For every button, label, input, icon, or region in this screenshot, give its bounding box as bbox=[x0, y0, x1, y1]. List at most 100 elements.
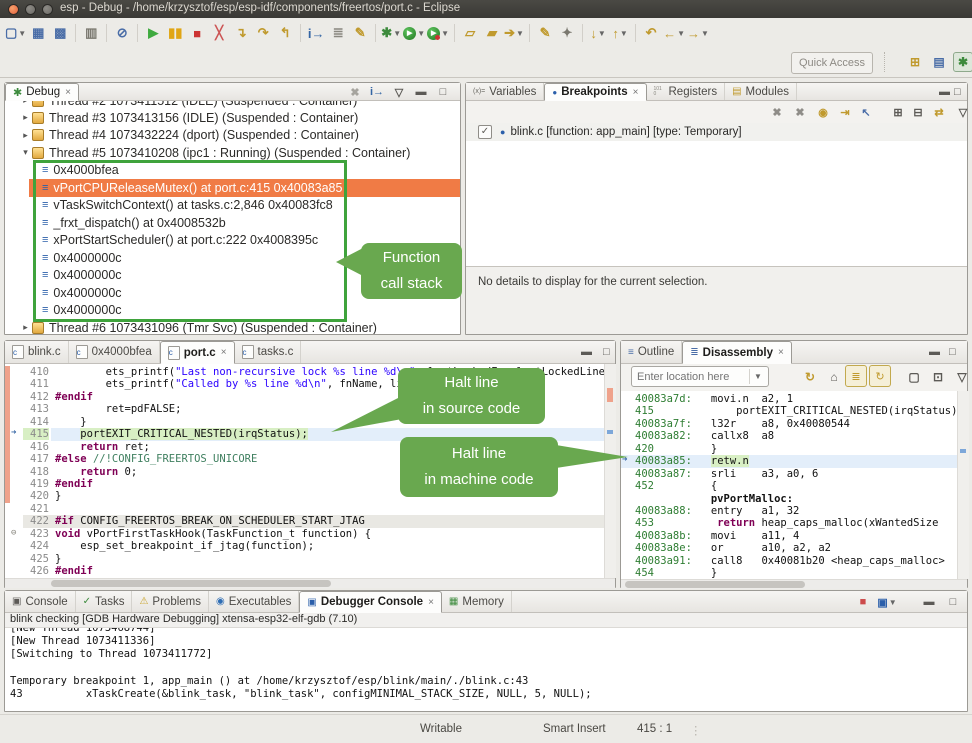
change-marker[interactable] bbox=[607, 388, 613, 402]
breakpoint-checkbox[interactable]: ✓ bbox=[478, 125, 492, 139]
refresh-button[interactable]: ↻ bbox=[800, 366, 820, 388]
tree-twisty-icon[interactable]: ▸ bbox=[19, 130, 32, 141]
open-new-view-button[interactable]: ⊡ bbox=[928, 366, 948, 388]
disassembly-line[interactable]: 40083a8e: or a10, a2, a2 bbox=[621, 542, 957, 554]
step-over-button[interactable]: ↷ bbox=[253, 22, 273, 44]
chevron-down-icon[interactable]: ▼ bbox=[18, 29, 26, 38]
close-icon[interactable]: × bbox=[633, 87, 639, 98]
disassembly-line[interactable]: 40083a82: callx8 a8 bbox=[621, 430, 957, 442]
editor-hscrollbar[interactable] bbox=[5, 578, 615, 588]
disassembly-hscrollbar[interactable] bbox=[621, 579, 967, 589]
editor-code-line[interactable]: 426#endif bbox=[5, 565, 604, 577]
window-close-button[interactable] bbox=[8, 4, 19, 15]
view-menu-button[interactable]: ▽ bbox=[953, 101, 972, 123]
window-maximize-button[interactable] bbox=[42, 4, 53, 15]
close-icon[interactable]: × bbox=[221, 347, 227, 358]
disassembly-line[interactable]: 454 } bbox=[621, 567, 957, 579]
chevron-down-icon[interactable]: ▼ bbox=[701, 29, 709, 38]
goto-file-button[interactable]: ⇥ bbox=[835, 101, 855, 123]
chevron-down-icon[interactable]: ▼ bbox=[677, 29, 685, 38]
step-return-button[interactable]: ↰ bbox=[275, 22, 295, 44]
close-icon[interactable]: × bbox=[65, 87, 71, 98]
tab-memory[interactable]: ▦Memory bbox=[442, 591, 512, 612]
open-element-button[interactable]: ✎ bbox=[535, 22, 555, 44]
collapse-all-button[interactable]: ⊟ bbox=[908, 101, 928, 123]
view-menu-button[interactable]: ▽ bbox=[952, 366, 972, 388]
disassembly-line[interactable]: 40083a8b: movi a11, 4 bbox=[621, 530, 957, 542]
print-button[interactable]: ▥ bbox=[81, 22, 101, 44]
disconnect-button[interactable]: ╳ bbox=[209, 22, 229, 44]
last-edit-location-button[interactable]: ↶ bbox=[641, 22, 661, 44]
external-tools-button[interactable]: ▶▼ bbox=[427, 22, 449, 44]
instruction-stepping-button[interactable]: i→ bbox=[306, 22, 326, 44]
maximize-button[interactable]: □ bbox=[603, 346, 610, 358]
minimize-button[interactable]: ▬ bbox=[939, 86, 950, 98]
chevron-down-icon[interactable]: ▼ bbox=[598, 29, 606, 38]
remove-all-breakpoints-button[interactable]: ✖ bbox=[790, 101, 810, 123]
debug-stack-frame-row[interactable]: ≡vTaskSwitchContext() at tasks.c:2,846 0… bbox=[5, 197, 460, 215]
debug-stack-frame-row[interactable]: ≡0x4000bfea bbox=[5, 162, 460, 180]
expand-all-button[interactable]: ⊞ bbox=[888, 101, 908, 123]
maximize-button[interactable]: □ bbox=[949, 346, 956, 358]
disassembly-line[interactable]: 40083a91: call8 0x40081b20 <heap_caps_ma… bbox=[621, 555, 957, 567]
terminate-button[interactable]: ■ bbox=[187, 22, 207, 44]
debug-thread-row[interactable]: ▸Thread #2 1073411512 (IDLE) (Suspended … bbox=[5, 101, 460, 109]
tab-registers[interactable]: 1010Registers bbox=[647, 83, 726, 100]
minimize-button[interactable]: ▬ bbox=[581, 346, 592, 358]
disassembly-line[interactable]: 415 portEXIT_CRITICAL_NESTED(irqStatus) bbox=[621, 405, 957, 417]
debug-button[interactable]: ✱▼ bbox=[381, 22, 401, 44]
chevron-down-icon[interactable]: ▼ bbox=[417, 29, 425, 38]
scroll-thumb[interactable] bbox=[51, 580, 331, 587]
skip-all-breakpoints-button[interactable]: ⊘ bbox=[112, 22, 132, 44]
tab-0x4000bfea[interactable]: c0x4000bfea bbox=[69, 341, 160, 363]
show-supported-breakpoints-button[interactable]: ◉ bbox=[813, 101, 833, 123]
disassembly-line[interactable]: ➜40083a85: retw.n bbox=[621, 455, 957, 467]
location-input[interactable] bbox=[632, 371, 749, 383]
skip-breakpoints-button[interactable]: ↖ bbox=[856, 101, 876, 123]
tree-twisty-icon[interactable]: ▸ bbox=[19, 101, 32, 106]
debug-marker[interactable] bbox=[607, 430, 613, 434]
view-menu-button[interactable]: ▽ bbox=[389, 84, 409, 100]
chevron-down-icon[interactable]: ▼ bbox=[441, 29, 449, 38]
disassembly-line[interactable]: 40083a88: entry a1, 32 bbox=[621, 505, 957, 517]
maximize-button[interactable]: □ bbox=[943, 591, 963, 613]
overview-ruler[interactable] bbox=[604, 364, 616, 578]
remove-all-terminated-button[interactable]: ✖ bbox=[345, 84, 365, 100]
quick-access-button[interactable]: Quick Access bbox=[791, 52, 873, 74]
show-source-toggle[interactable]: ≣ bbox=[845, 365, 867, 387]
show-source-button[interactable]: ≣ bbox=[328, 22, 348, 44]
home-button[interactable]: ⌂ bbox=[824, 366, 844, 388]
tree-twisty-icon[interactable]: ▾ bbox=[19, 147, 32, 158]
run-button[interactable]: ▶▼ bbox=[403, 22, 425, 44]
next-annotation-button[interactable]: ↓▼ bbox=[588, 22, 608, 44]
minimize-button[interactable]: ▬ bbox=[411, 84, 431, 100]
disassembly-line[interactable]: 452 { bbox=[621, 480, 957, 492]
chevron-down-icon[interactable]: ▼ bbox=[889, 598, 897, 607]
display-console-button[interactable]: ▣▼ bbox=[877, 591, 897, 613]
breakpoint-item[interactable]: ✓ ● blink.c [function: app_main] [type: … bbox=[466, 123, 967, 141]
open-task-button[interactable]: ▰ bbox=[482, 22, 502, 44]
tab-console[interactable]: ▣Console bbox=[5, 591, 76, 612]
chevron-down-icon[interactable]: ▼ bbox=[516, 29, 524, 38]
tab-blink-c[interactable]: cblink.c bbox=[5, 341, 69, 363]
resume-button[interactable]: ▶ bbox=[143, 22, 163, 44]
open-perspective-button[interactable]: ⊞ bbox=[905, 52, 925, 72]
search-button[interactable]: ✦ bbox=[557, 22, 577, 44]
tab-executables[interactable]: ◉Executables bbox=[209, 591, 299, 612]
new-project-button[interactable]: ▱ bbox=[460, 22, 480, 44]
debug-stack-frame-row[interactable]: ≡_frxt_dispatch() at 0x4008532b bbox=[5, 214, 460, 232]
scroll-thumb[interactable] bbox=[625, 581, 805, 588]
tab-debug[interactable]: ✱ Debug × bbox=[5, 83, 79, 101]
maximize-button[interactable]: □ bbox=[433, 84, 453, 100]
remove-launch-button[interactable]: ■ bbox=[853, 591, 873, 613]
minimize-button[interactable]: ▬ bbox=[919, 591, 939, 613]
tree-twisty-icon[interactable]: ▸ bbox=[19, 112, 32, 123]
disassembly-line[interactable]: 420 } bbox=[621, 443, 957, 455]
disassembly-line[interactable]: 40083a7f: l32r a8, 0x40080544 bbox=[621, 418, 957, 430]
debug-perspective-button[interactable]: ✱ bbox=[953, 52, 972, 72]
tab-tasks-c[interactable]: ctasks.c bbox=[235, 341, 302, 363]
tab-modules[interactable]: ▤Modules bbox=[725, 83, 797, 100]
close-icon[interactable]: × bbox=[778, 347, 784, 358]
tree-twisty-icon[interactable]: ▸ bbox=[19, 322, 32, 333]
disassembly-line[interactable]: 40083a7d: movi.n a2, 1 bbox=[621, 393, 957, 405]
